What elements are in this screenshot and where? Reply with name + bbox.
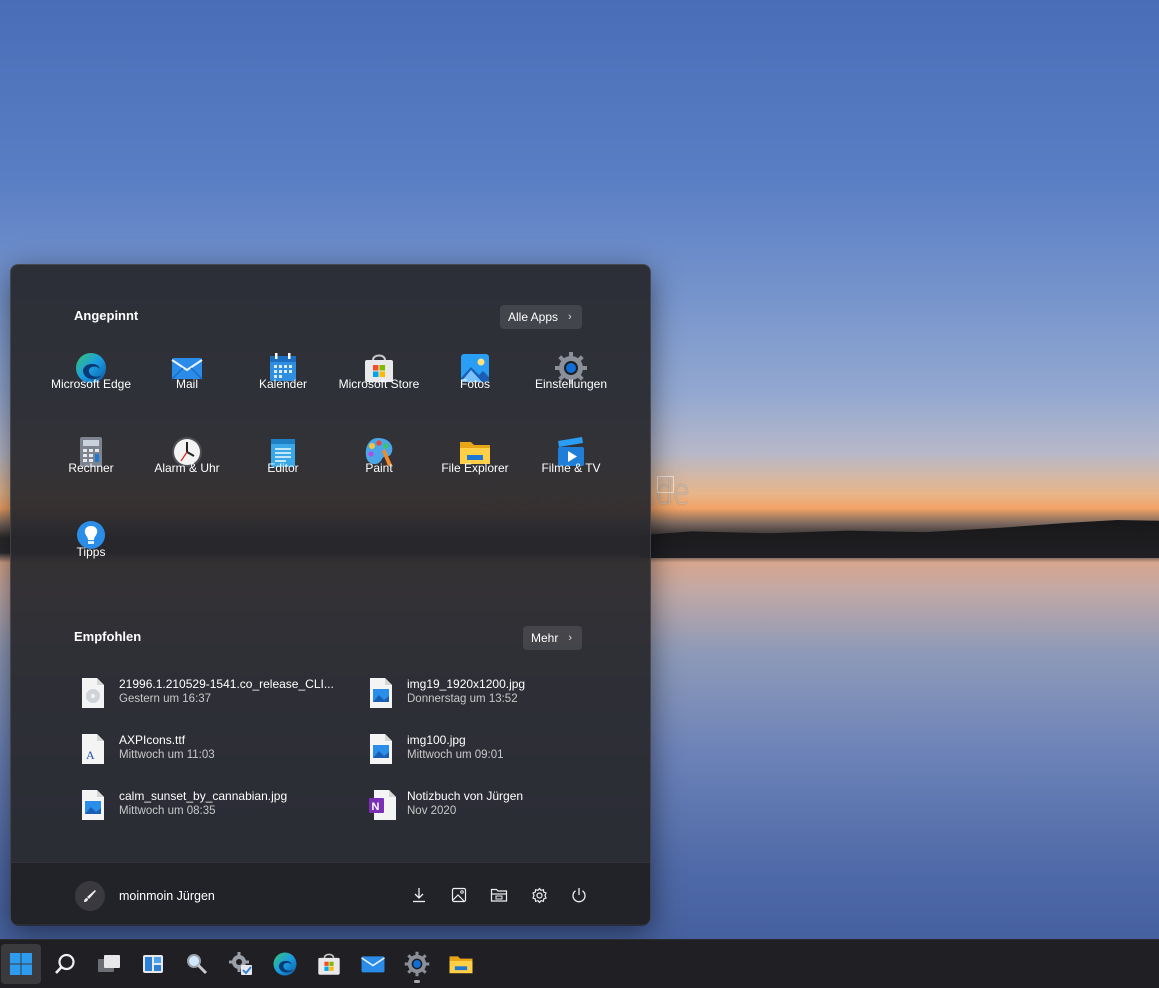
- pinned-app-tips[interactable]: Tipps: [43, 501, 139, 573]
- pinned-app-mail[interactable]: Mail: [139, 333, 235, 405]
- taskbar: [0, 939, 1159, 988]
- app-label: Einstellungen: [534, 377, 608, 391]
- app-label: Filme & TV: [541, 461, 601, 475]
- file-explorer-icon[interactable]: [441, 944, 481, 984]
- pictures-icon[interactable]: [447, 883, 471, 907]
- image-file-icon: [369, 733, 393, 765]
- magnifier-icon[interactable]: [177, 944, 217, 984]
- disc-image-icon: [81, 677, 105, 709]
- pinned-title: Angepinnt: [74, 308, 139, 323]
- running-indicator: [414, 980, 420, 983]
- recommended-file-time: Mittwoch um 09:01: [407, 749, 504, 761]
- recommended-file-time: Nov 2020: [407, 805, 457, 817]
- recommended-file-time: Mittwoch um 11:03: [119, 749, 215, 761]
- avatar[interactable]: [75, 881, 105, 911]
- pinned-app-paint[interactable]: Paint: [331, 417, 427, 489]
- pinned-app-movies[interactable]: Filme & TV: [523, 417, 619, 489]
- recommended-file-name: AXPIcons.ttf: [119, 733, 186, 747]
- recommended-item[interactable]: img19_1920x1200.jpg Donnerstag um 13:52: [363, 673, 623, 715]
- user-name[interactable]: moinmoin Jürgen: [119, 889, 215, 903]
- pinned-app-file-explorer[interactable]: File Explorer: [427, 417, 523, 489]
- recommended-file-time: Donnerstag um 13:52: [407, 693, 518, 705]
- recommended-file-name: calm_sunset_by_cannabian.jpg: [119, 789, 288, 803]
- recommended-file-time: Gestern um 16:37: [119, 693, 212, 705]
- more-button[interactable]: Mehr ›: [523, 626, 583, 650]
- chevron-right-icon: ›: [568, 632, 573, 644]
- recommended-file-name: img100.jpg: [407, 733, 466, 747]
- documents-icon[interactable]: [487, 883, 511, 907]
- app-label: Tipps: [76, 545, 106, 559]
- power-icon[interactable]: [567, 883, 591, 907]
- task-view-icon[interactable]: [89, 944, 129, 984]
- start-icon[interactable]: [1, 944, 41, 984]
- chevron-right-icon: ›: [568, 311, 572, 323]
- pinned-app-calculator[interactable]: Rechner: [43, 417, 139, 489]
- store-icon[interactable]: [309, 944, 349, 984]
- font-file-icon: A: [81, 733, 105, 765]
- pinned-app-store[interactable]: Microsoft Store: [331, 333, 427, 405]
- recommended-item[interactable]: 21996.1.210529-1541.co_release_CLI... Ge…: [75, 673, 335, 715]
- search-icon[interactable]: [45, 944, 85, 984]
- pinned-app-edge[interactable]: Microsoft Edge: [43, 333, 139, 405]
- settings-icon[interactable]: [397, 944, 437, 984]
- onenote-icon: N: [369, 789, 396, 821]
- all-apps-button[interactable]: Alle Apps ›: [500, 305, 582, 329]
- brush-icon: [84, 890, 96, 902]
- pinned-app-settings[interactable]: Einstellungen: [523, 333, 619, 405]
- mail-icon[interactable]: [353, 944, 393, 984]
- recommended-file-name: 21996.1.210529-1541.co_release_CLI...: [119, 677, 334, 691]
- all-apps-label: Alle Apps: [508, 310, 559, 324]
- more-label: Mehr: [531, 631, 559, 645]
- start-menu-footer: moinmoin Jürgen: [11, 862, 650, 926]
- watermark-edit-icon: [657, 476, 674, 493]
- svg-text:A: A: [86, 748, 95, 762]
- widgets-icon[interactable]: [133, 944, 173, 984]
- pinned-app-clock[interactable]: Alarm & Uhr: [139, 417, 235, 489]
- pinned-app-calendar[interactable]: Kalender: [235, 333, 331, 405]
- recommended-item[interactable]: calm_sunset_by_cannabian.jpg Mittwoch um…: [75, 785, 335, 827]
- pinned-app-photos[interactable]: Fotos: [427, 333, 523, 405]
- recommended-item[interactable]: N Notizbuch von Jürgen Nov 2020: [363, 785, 623, 827]
- recommended-item[interactable]: A AXPIcons.ttf Mittwoch um 11:03: [75, 729, 335, 771]
- edge-icon[interactable]: [265, 944, 305, 984]
- start-menu: Angepinnt Alle Apps › Microsoft Edge Mai…: [10, 264, 651, 926]
- pinned-app-notepad[interactable]: Editor: [235, 417, 331, 489]
- image-file-icon: [81, 789, 105, 821]
- image-file-icon: [369, 677, 393, 709]
- recommended-file-name: img19_1920x1200.jpg: [407, 677, 526, 691]
- recommended-title: Empfohlen: [74, 629, 142, 644]
- settings-gear-icon[interactable]: [221, 944, 261, 984]
- recommended-file-name: Notizbuch von Jürgen: [407, 789, 524, 803]
- svg-text:N: N: [372, 801, 380, 813]
- settings-icon[interactable]: [527, 883, 551, 907]
- downloads-icon[interactable]: [407, 883, 431, 907]
- recommended-item[interactable]: img100.jpg Mittwoch um 09:01: [363, 729, 623, 771]
- recommended-file-time: Mittwoch um 08:35: [119, 805, 216, 817]
